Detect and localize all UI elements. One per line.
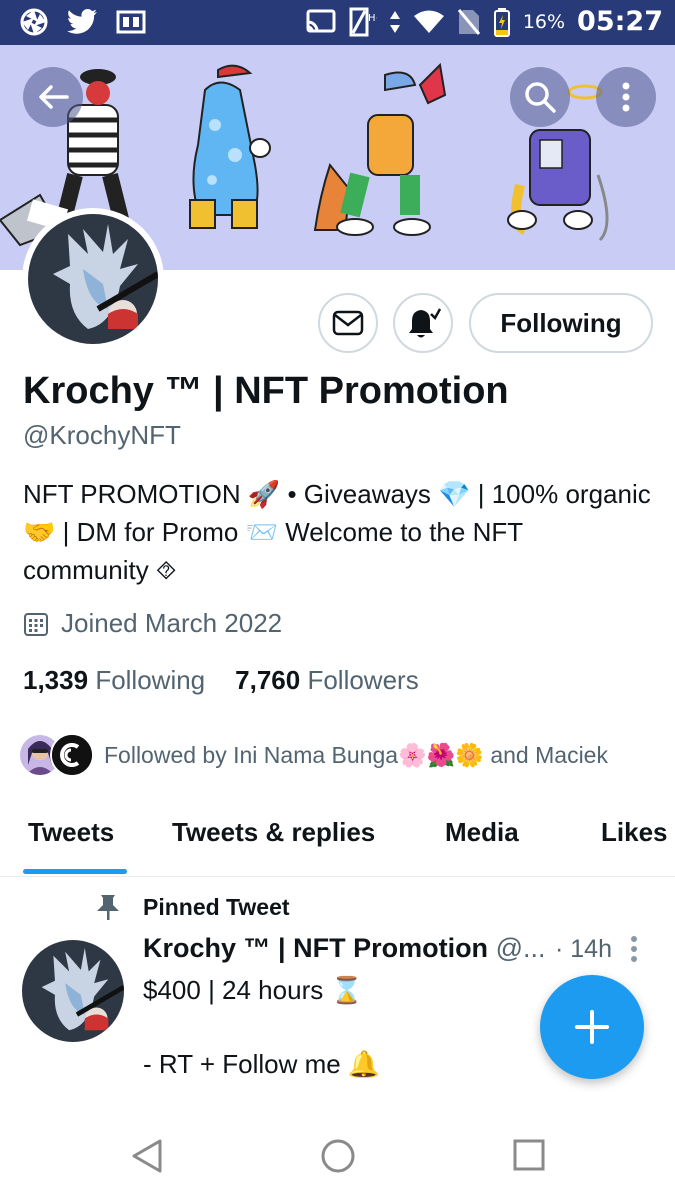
tab-tweets[interactable]: Tweets: [28, 817, 114, 848]
tweet-author-avatar[interactable]: [22, 940, 124, 1042]
search-icon: [525, 82, 556, 113]
tweet-line: $400 | 24 hours ⌛: [143, 975, 363, 1005]
tweet-header: Krochy ™ | NFT Promotion @...: [143, 933, 546, 964]
twitter-bird-icon: [66, 8, 98, 36]
clock: 05:27: [577, 6, 663, 37]
nav-recents-icon: [513, 1139, 545, 1171]
battery-icon: [493, 7, 511, 37]
message-button[interactable]: [318, 293, 378, 353]
tweet-more-button[interactable]: [630, 935, 638, 968]
active-tab-indicator: [23, 869, 127, 874]
tab-likes[interactable]: Likes: [601, 817, 668, 848]
wifi-icon: [413, 9, 445, 35]
svg-text:H+: H+: [368, 13, 377, 24]
nav-recents-button[interactable]: [512, 1138, 546, 1177]
tab-media[interactable]: Media: [445, 817, 519, 848]
no-sim-icon: [457, 8, 481, 36]
signal-icon: H+: [349, 7, 377, 37]
status-bar: H+ 16% 05:27: [0, 0, 675, 45]
android-nav-bar: [0, 1110, 675, 1200]
aperture-icon: [20, 8, 48, 36]
followed-by-text: Followed by Ini Nama Bunga🌸🌺🌼 and Maciek: [104, 741, 608, 768]
tweet-body: $400 | 24 hours ⌛ - RT + Follow me 🔔: [143, 972, 523, 1083]
tweet-author-handle: @...: [495, 933, 546, 963]
nav-back-button[interactable]: [130, 1138, 164, 1179]
joined-date: Joined March 2022: [23, 608, 282, 639]
avatar-image: [28, 214, 158, 344]
nav-home-icon: [321, 1139, 355, 1173]
followers-label: Followers: [307, 665, 419, 695]
display-name: Krochy ™ | NFT Promotion: [23, 370, 509, 412]
data-arrows-icon: [389, 9, 401, 35]
calendar-icon: [24, 612, 48, 636]
nav-back-icon: [132, 1139, 162, 1173]
following-count: 1,339: [23, 665, 89, 695]
profile-avatar[interactable]: [22, 208, 164, 350]
battery-percent: 16%: [522, 10, 566, 33]
pin-icon: [97, 895, 119, 920]
book-icon: [116, 9, 146, 35]
follow-counts: 1,339 Following 7,760 Followers: [23, 665, 419, 696]
followers-count: 7,760: [235, 665, 301, 695]
more-vertical-icon: [622, 82, 630, 112]
pinned-tweet-text: Pinned Tweet: [143, 893, 290, 920]
follower-avatar: [50, 733, 94, 777]
user-handle: @KrochyNFT: [23, 420, 181, 450]
followers-count-link[interactable]: 7,760 Followers: [235, 665, 419, 696]
following-count-link[interactable]: 1,339 Following: [23, 665, 205, 696]
tab-tweets-and-replies[interactable]: Tweets & replies: [172, 817, 375, 848]
back-arrow-icon: [39, 85, 69, 109]
pinned-tweet-label: Pinned Tweet: [95, 893, 290, 921]
more-vertical-icon: [631, 936, 637, 962]
following-button[interactable]: Following: [469, 293, 653, 353]
search-button[interactable]: [510, 67, 570, 127]
tweet-line: - RT + Follow me 🔔: [143, 1049, 381, 1079]
nav-home-button[interactable]: [320, 1138, 356, 1179]
profile-tabs: Tweets Tweets & replies Media Likes: [0, 800, 675, 877]
tweet-author-name[interactable]: Krochy ™ | NFT Promotion: [143, 933, 488, 963]
followed-by[interactable]: Followed by Ini Nama Bunga🌸🌺🌼 and Maciek: [18, 733, 608, 777]
mail-icon: [332, 310, 364, 336]
compose-plus-icon: [575, 1010, 609, 1044]
bell-check-icon: [409, 308, 441, 338]
joined-text: Joined March 2022: [61, 608, 283, 638]
compose-tweet-button[interactable]: [540, 975, 644, 1079]
tweet-time: · 14h: [555, 935, 612, 963]
back-button[interactable]: [23, 67, 83, 127]
following-label: Following: [95, 665, 206, 695]
tweet-avatar-image: [22, 940, 124, 1042]
cast-icon: [305, 8, 337, 36]
more-options-button[interactable]: [596, 67, 656, 127]
notifications-button[interactable]: [393, 293, 453, 353]
profile-bio: NFT PROMOTION 🚀 • Giveaways 💎 | 100% org…: [23, 479, 651, 585]
